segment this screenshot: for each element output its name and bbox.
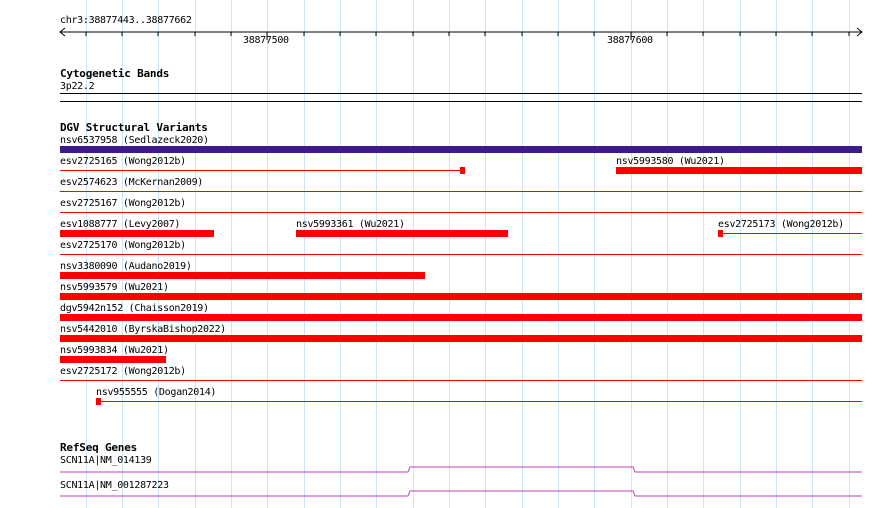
variant-label: esv2725172 (Wong2012b) <box>60 366 186 377</box>
genome-browser-view: chr3:38877443..38877662 38877500 3887760… <box>0 0 890 508</box>
variant-label: esv2725173 (Wong2012b) <box>718 219 844 230</box>
ruler-tick-label: 38877600 <box>607 35 653 46</box>
variant-label: nsv3380090 (Audano2019) <box>60 261 192 272</box>
variant-label: nsv955555 (Dogan2014) <box>96 387 217 398</box>
ruler-tick-label: 38877500 <box>243 35 289 46</box>
variant-bar[interactable] <box>60 314 862 321</box>
variant-label: nsv5993361 (Wu2021) <box>296 219 405 230</box>
gene-model[interactable] <box>58 464 864 474</box>
variant-label: esv2725167 (Wong2012b) <box>60 198 186 209</box>
cytoband-feature[interactable] <box>60 93 862 94</box>
variant-line[interactable] <box>60 170 462 171</box>
variant-label: nsv5442010 (ByrskaBishop2022) <box>60 324 226 335</box>
track-title-refseq-genes: RefSeq Genes <box>60 441 138 454</box>
variant-bar[interactable] <box>60 356 166 363</box>
variant-line[interactable] <box>101 401 862 402</box>
variant-bar[interactable] <box>60 146 862 153</box>
variant-bar[interactable] <box>60 272 425 279</box>
variant-line[interactable] <box>60 254 862 255</box>
cytoband-feature[interactable] <box>60 101 862 102</box>
gene-model[interactable] <box>58 488 864 498</box>
variant-bar[interactable] <box>60 335 862 342</box>
variant-bar[interactable] <box>296 230 508 237</box>
variant-label: esv2725170 (Wong2012b) <box>60 240 186 251</box>
track-title-dgv-structural-variants: DGV Structural Variants <box>60 121 208 134</box>
variant-label: esv2725165 (Wong2012b) <box>60 156 186 167</box>
variant-line[interactable] <box>723 233 862 234</box>
variant-bar[interactable] <box>460 167 465 174</box>
variant-bar[interactable] <box>60 293 862 300</box>
variant-bar[interactable] <box>60 230 214 237</box>
variant-line[interactable] <box>60 380 862 381</box>
variant-label: nsv5993580 (Wu2021) <box>616 156 725 167</box>
variant-bar[interactable] <box>616 167 862 174</box>
cytoband-label: 3p22.2 <box>60 81 95 92</box>
track-title-cytogenetic-bands: Cytogenetic Bands <box>60 67 170 80</box>
variant-label: nsv5993579 (Wu2021) <box>60 282 169 293</box>
variant-line[interactable] <box>60 191 862 192</box>
variant-label: esv2574623 (McKernan2009) <box>60 177 204 188</box>
variant-line[interactable] <box>60 212 862 213</box>
ruler-axis[interactable] <box>58 26 866 40</box>
ruler-range-label: chr3:38877443..38877662 <box>60 15 192 26</box>
variant-label: nsv5993834 (Wu2021) <box>60 345 169 356</box>
variant-label: nsv6537958 (Sedlazeck2020) <box>60 135 209 146</box>
variant-label: esv1088777 (Levy2007) <box>60 219 181 230</box>
variant-label: dgv5942n152 (Chaisson2019) <box>60 303 209 314</box>
